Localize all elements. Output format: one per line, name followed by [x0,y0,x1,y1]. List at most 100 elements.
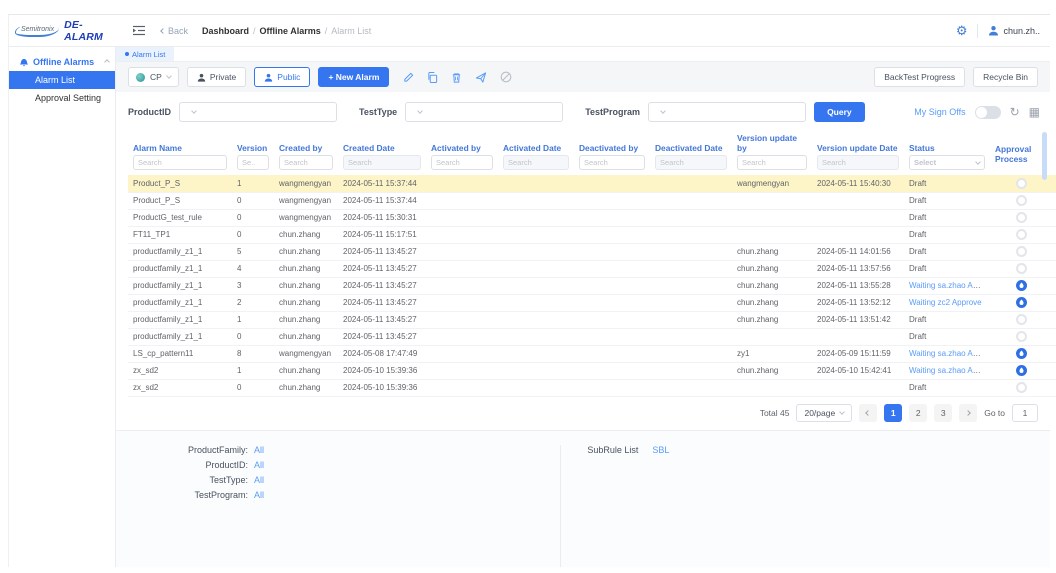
cell-activated_by [426,209,498,226]
table-row[interactable]: ProductG_test_rule0wangmengyan2024-05-11… [128,209,1056,226]
backtest-progress-button[interactable]: BackTest Progress [874,67,965,87]
testprogram-select[interactable] [648,102,806,122]
search-name-input[interactable] [133,155,227,170]
approval-pending-icon[interactable] [1016,178,1027,189]
table-row[interactable]: productfamily_z1_11chun.zhang2024-05-11 … [128,311,1056,328]
status-text[interactable]: Waiting sa.zhao Appro.. [909,366,990,375]
status-text: Draft [909,315,926,324]
cell-status: Draft [904,243,990,260]
query-button[interactable]: Query [814,102,865,122]
table-row[interactable]: productfamily_z1_10chun.zhang2024-05-11 … [128,328,1056,345]
table-row[interactable]: zx_sd21chun.zhang2024-05-10 15:39:36chun… [128,362,1056,379]
sidebar-item-alarm-list[interactable]: Alarm List [9,71,115,89]
breadcrumb-separator: / [253,26,256,36]
detail-field-value[interactable]: All [254,460,264,470]
approval-active-icon[interactable] [1016,348,1027,359]
cell-created_date: 2024-05-11 15:17:51 [338,226,426,243]
approval-active-icon[interactable] [1016,280,1027,291]
approval-pending-icon[interactable] [1016,331,1027,342]
approval-pending-icon[interactable] [1016,263,1027,274]
table-row[interactable]: productfamily_z1_15chun.zhang2024-05-11 … [128,243,1056,260]
sidebar-item-approval-setting[interactable]: Approval Setting [9,89,115,107]
user-menu[interactable]: chun.zh.. [988,25,1040,36]
subrule-list-value[interactable]: SBL [652,445,669,455]
search-deactivated_by-input[interactable] [579,155,645,170]
column-header-name: Alarm Name [128,130,232,154]
breadcrumb-item[interactable]: Offline Alarms [260,26,321,36]
goto-page-input[interactable] [1012,404,1038,422]
prev-page-button[interactable] [859,404,877,422]
cell-activated_by [426,260,498,277]
column-header-action: Action [1052,130,1056,175]
productid-select[interactable] [179,102,337,122]
cell-activated_date [498,209,574,226]
table-row[interactable]: LS_cp_pattern118wangmengyan2024-05-08 17… [128,345,1056,362]
cell-deactivated_by [574,362,650,379]
table-row[interactable]: productfamily_z1_13chun.zhang2024-05-11 … [128,277,1056,294]
cell-action [1052,209,1056,226]
column-header-update_date: Version update Date [812,130,904,154]
column-settings-icon[interactable]: ▦ [1029,106,1040,118]
table-row[interactable]: Product_P_S0wangmengyan2024-05-11 15:37:… [128,192,1056,209]
status-text[interactable]: Waiting zc2 Approve [909,298,982,307]
table-row[interactable]: zx_sd20chun.zhang2024-05-10 15:39:36Draf… [128,379,1056,396]
cell-deactivated_by [574,260,650,277]
table-row[interactable]: productfamily_z1_14chun.zhang2024-05-11 … [128,260,1056,277]
approval-pending-icon[interactable] [1016,314,1027,325]
send-icon[interactable] [475,72,487,83]
approval-pending-icon[interactable] [1016,212,1027,223]
approval-active-icon[interactable] [1016,365,1027,376]
page-button-1[interactable]: 1 [884,404,902,422]
breadcrumb-item[interactable]: Dashboard [202,26,249,36]
private-button[interactable]: Private [187,67,246,87]
alarm-table-wrap: Alarm NameVersionCreated byCreated DateA… [128,130,1040,397]
cell-status: Draft [904,311,990,328]
next-page-button[interactable] [959,404,977,422]
detail-field-value[interactable]: All [254,445,264,455]
page-button-2[interactable]: 2 [909,404,927,422]
refresh-icon[interactable]: ↻ [1010,106,1020,118]
scrollbar-thumb[interactable] [1042,132,1047,180]
cell-created_date: 2024-05-10 15:39:36 [338,379,426,396]
approval-pending-icon[interactable] [1016,195,1027,206]
scope-select[interactable]: CP [128,67,179,87]
page-button-3[interactable]: 3 [934,404,952,422]
filter-status-select[interactable]: Select [909,155,985,170]
sidebar-group-offline-alarms[interactable]: Offline Alarms [9,53,115,71]
detail-field-value[interactable]: All [254,490,264,500]
my-sign-offs-toggle[interactable] [975,106,1001,119]
testtype-select[interactable] [405,102,563,122]
status-text[interactable]: Waiting sa.zhao Appro.. [909,349,990,358]
status-text[interactable]: Waiting sa.zhao Appro.. [909,281,990,290]
new-alarm-button[interactable]: + New Alarm [318,67,389,87]
gear-icon[interactable]: ⚙ [956,23,968,39]
sidebar: Offline Alarms Alarm List Approval Setti… [9,47,116,567]
alarm-table: Alarm NameVersionCreated byCreated DateA… [128,130,1056,397]
table-row[interactable]: productfamily_z1_12chun.zhang2024-05-11 … [128,294,1056,311]
approval-pending-icon[interactable] [1016,382,1027,393]
recycle-bin-button[interactable]: Recycle Bin [973,67,1038,87]
sidebar-collapse-icon[interactable] [133,25,145,36]
search-activated_by-input[interactable] [431,155,493,170]
public-button[interactable]: Public [254,67,310,87]
tab-alarm-list[interactable]: Alarm List [116,47,174,61]
back-button[interactable]: Back [161,26,188,36]
approval-pending-icon[interactable] [1016,246,1027,257]
table-row[interactable]: Product_P_S1wangmengyan2024-05-11 15:37:… [128,175,1056,192]
search-version-input[interactable] [237,155,269,170]
per-page-select[interactable]: 20/page [796,404,852,422]
chevron-down-icon [839,409,845,415]
copy-icon[interactable] [427,72,438,83]
delete-icon[interactable] [451,72,462,83]
pagination: Total 45 20/page 123 Go to [128,397,1040,428]
approval-pending-icon[interactable] [1016,229,1027,240]
search-update_by-input[interactable] [737,155,807,170]
table-scrollbar[interactable] [1042,132,1047,372]
table-row[interactable]: FT11_TP10chun.zhang2024-05-11 15:17:51Dr… [128,226,1056,243]
edit-icon[interactable] [403,72,414,83]
approval-active-icon[interactable] [1016,297,1027,308]
app-window: Semitronix DE-ALARM Back Dashboard/Offli… [8,14,1050,567]
cell-deactivated_date [650,294,732,311]
detail-field-value[interactable]: All [254,475,264,485]
search-created_by-input[interactable] [279,155,333,170]
